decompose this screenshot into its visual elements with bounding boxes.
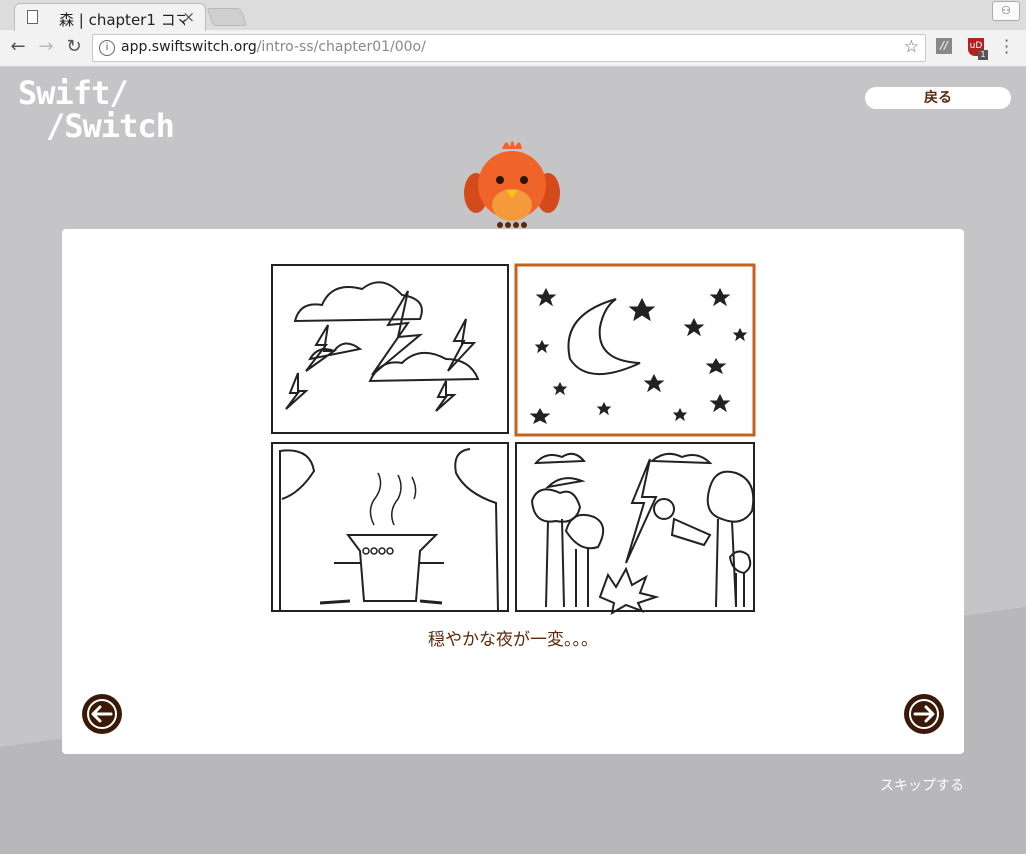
story-caption: 穏やかな夜が一変。。。 — [428, 630, 598, 650]
skip-link[interactable]: スキップする — [880, 775, 964, 795]
previous-button[interactable] — [82, 694, 122, 734]
url-domain: app.swiftswitch.org — [121, 39, 257, 55]
story-card: 穏やかな夜が一変。。。 — [62, 229, 964, 754]
toolbar: ← → ↻ i app.swiftswitch.org/intro-ss/cha… — [0, 30, 1026, 66]
new-tab-button[interactable] — [206, 8, 248, 26]
next-button[interactable] — [904, 694, 944, 734]
comic-panel-forest[interactable] — [515, 442, 755, 615]
comic-panel-night[interactable] — [514, 263, 756, 437]
browser-chrome: 森 | chapter1 コマ × ⚇ ← → ↻ i app.swiftswi… — [0, 0, 1026, 67]
bookmark-star-icon[interactable]: ☆ — [904, 37, 919, 57]
profile-icon[interactable]: ⚇ — [992, 1, 1020, 21]
back-arrow-icon[interactable]: ← — [6, 35, 30, 59]
comic-panel-storm[interactable] — [271, 264, 509, 434]
tab-title: 森 | chapter1 コマ — [59, 11, 185, 29]
comic-panel-pot[interactable] — [271, 442, 509, 612]
extension-icon[interactable]: // — [936, 38, 952, 54]
back-button[interactable]: 戻る — [865, 87, 1011, 109]
address-bar[interactable]: i app.swiftswitch.org/intro-ss/chapter01… — [92, 34, 926, 62]
forward-arrow-icon[interactable]: → — [34, 35, 58, 59]
url-text: app.swiftswitch.org/intro-ss/chapter01/0… — [121, 39, 426, 55]
page-icon — [27, 10, 38, 24]
logo-line2: /Switch — [46, 107, 175, 145]
arrow-left-icon — [87, 699, 117, 729]
close-tab-icon[interactable]: × — [182, 8, 195, 26]
comic-grid — [271, 263, 756, 615]
browser-tab[interactable]: 森 | chapter1 コマ × — [14, 3, 206, 31]
bird-mascot — [464, 141, 560, 228]
page: Swift/ /Switch 戻る 穏やかな夜が一変。。。 スキップする — [0, 67, 1026, 854]
ublock-badge: 1 — [978, 50, 988, 60]
menu-icon[interactable]: · · · — [1004, 33, 1009, 61]
reload-icon[interactable]: ↻ — [62, 35, 86, 59]
arrow-right-icon — [909, 699, 939, 729]
url-path: /intro-ss/chapter01/00o/ — [256, 39, 426, 55]
tab-strip: 森 | chapter1 コマ × ⚇ — [0, 0, 1026, 31]
info-icon[interactable]: i — [99, 40, 115, 56]
logo[interactable]: Swift/ /Switch — [18, 77, 175, 145]
